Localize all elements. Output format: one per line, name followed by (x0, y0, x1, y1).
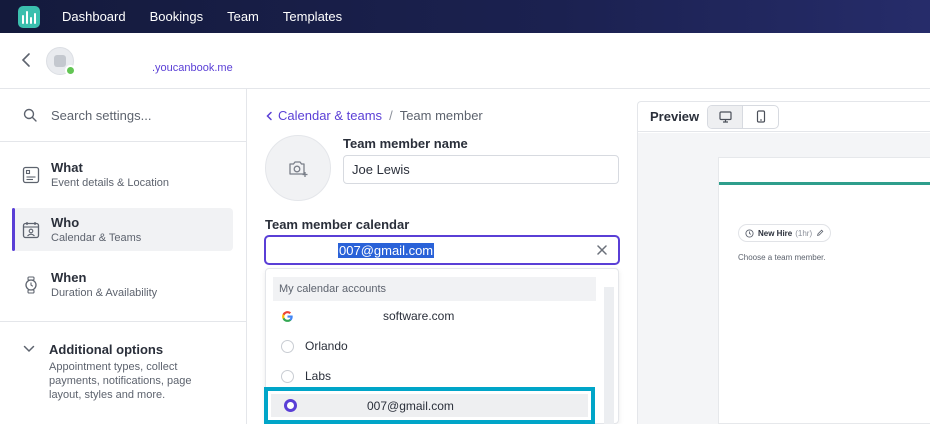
nav-team[interactable]: Team (227, 9, 259, 24)
upload-photo-button[interactable] (265, 135, 331, 201)
booking-domain[interactable]: .youcanbook.me (152, 62, 233, 74)
desktop-icon (719, 110, 732, 123)
radio-icon (281, 369, 294, 383)
team-member-calendar-label: Team member calendar (265, 217, 410, 232)
additional-options[interactable]: Additional options Appointment types, co… (0, 322, 246, 402)
booking-page-avatar[interactable] (46, 47, 76, 76)
sidebar-item-title: What (51, 159, 83, 175)
preview-canvas: New Hire (1hr) Choose a team member. (638, 133, 930, 424)
appointment-type-name: New Hire (758, 228, 793, 238)
appointment-type-chip: New Hire (1hr) (738, 224, 832, 242)
mobile-view-button[interactable] (743, 106, 778, 128)
sidebar-nav: What Event details & Location Who Calend… (0, 142, 246, 322)
nav-bookings[interactable]: Bookings (150, 9, 203, 24)
clear-icon[interactable] (595, 243, 609, 257)
search-icon (23, 108, 37, 122)
calendar-option-selected[interactable]: 007@gmail.com (271, 394, 588, 417)
preview-title: Preview (650, 109, 700, 124)
sidebar-item-title: When (51, 269, 87, 285)
google-icon (282, 310, 293, 322)
radio-selected-icon (284, 399, 297, 412)
appointment-type-duration: (1hr) (795, 228, 813, 238)
device-toggle (707, 104, 780, 129)
calendar-option-label: software.com (383, 309, 455, 323)
chevron-down-icon (23, 345, 35, 353)
nav-dashboard[interactable]: Dashboard (62, 9, 126, 24)
team-member-name-input[interactable]: Joe Lewis (343, 155, 619, 184)
preview-instruction: Choose a team member. (738, 253, 826, 262)
additional-options-title: Additional options (49, 342, 164, 357)
calendar-option-selected-highlight: 007@gmail.com (264, 387, 595, 424)
sidebar-item-title: Who (51, 214, 80, 230)
sidebar-item-subtitle: Duration & Availability (51, 286, 158, 299)
dropdown-scrollbar[interactable] (604, 287, 614, 424)
clock-icon (745, 228, 754, 238)
team-calendar-icon (21, 220, 41, 240)
preview-toolbar: Preview (638, 102, 930, 132)
mobile-icon (756, 110, 765, 123)
page-icon (54, 55, 66, 67)
watch-icon (21, 275, 41, 295)
breadcrumb: Calendar & teams / Team member (265, 108, 483, 123)
calendar-option-label: Labs (305, 369, 332, 383)
calendar-input-value: 007@gmail.com (338, 242, 435, 258)
breadcrumb-current: Team member (399, 108, 483, 123)
page-header: .youcanbook.me (0, 33, 930, 89)
sidebar-item-when[interactable]: When Duration & Availability (13, 263, 233, 306)
additional-options-description: Appointment types, collect payments, not… (49, 361, 192, 401)
team-member-name-label: Team member name (343, 136, 468, 151)
add-photo-icon (289, 161, 308, 177)
booking-page-preview: New Hire (1hr) Choose a team member. (718, 157, 930, 424)
preview-accent-stripe (719, 182, 930, 185)
settings-search[interactable]: Search settings... (0, 89, 246, 142)
calendar-option-label: Orlando (305, 339, 348, 353)
radio-icon (281, 339, 294, 353)
desktop-view-button[interactable] (708, 105, 744, 128)
nav-templates[interactable]: Templates (283, 9, 342, 24)
top-navigation: Dashboard Bookings Team Templates (0, 0, 930, 33)
calendar-option-orlando[interactable]: Orlando (266, 331, 600, 361)
breadcrumb-link-calendar-teams[interactable]: Calendar & teams (278, 108, 382, 123)
search-input[interactable]: Search settings... (51, 108, 151, 123)
calendar-option-label: 007@gmail.com (367, 398, 454, 413)
back-chevron-icon[interactable] (20, 51, 32, 69)
calendar-option-software[interactable]: software.com (266, 301, 600, 331)
sidebar-item-what[interactable]: What Event details & Location (13, 153, 233, 196)
details-icon (21, 165, 41, 185)
online-status-icon (65, 65, 76, 76)
app-logo-icon[interactable] (18, 5, 40, 28)
chevron-left-icon[interactable] (265, 111, 273, 121)
preview-panel: Preview New Hire (1hr) Choose a team mem… (637, 101, 930, 424)
sidebar-item-who[interactable]: Who Calendar & Teams (12, 208, 233, 251)
dropdown-group-header: My calendar accounts (273, 277, 596, 301)
pencil-icon (817, 229, 824, 236)
breadcrumb-separator: / (389, 108, 393, 123)
sidebar-item-subtitle: Calendar & Teams (51, 231, 142, 244)
settings-sidebar: Search settings... What Event details & … (0, 89, 247, 424)
team-member-calendar-input[interactable]: 007@gmail.com (264, 235, 620, 265)
sidebar-item-subtitle: Event details & Location (51, 176, 170, 189)
